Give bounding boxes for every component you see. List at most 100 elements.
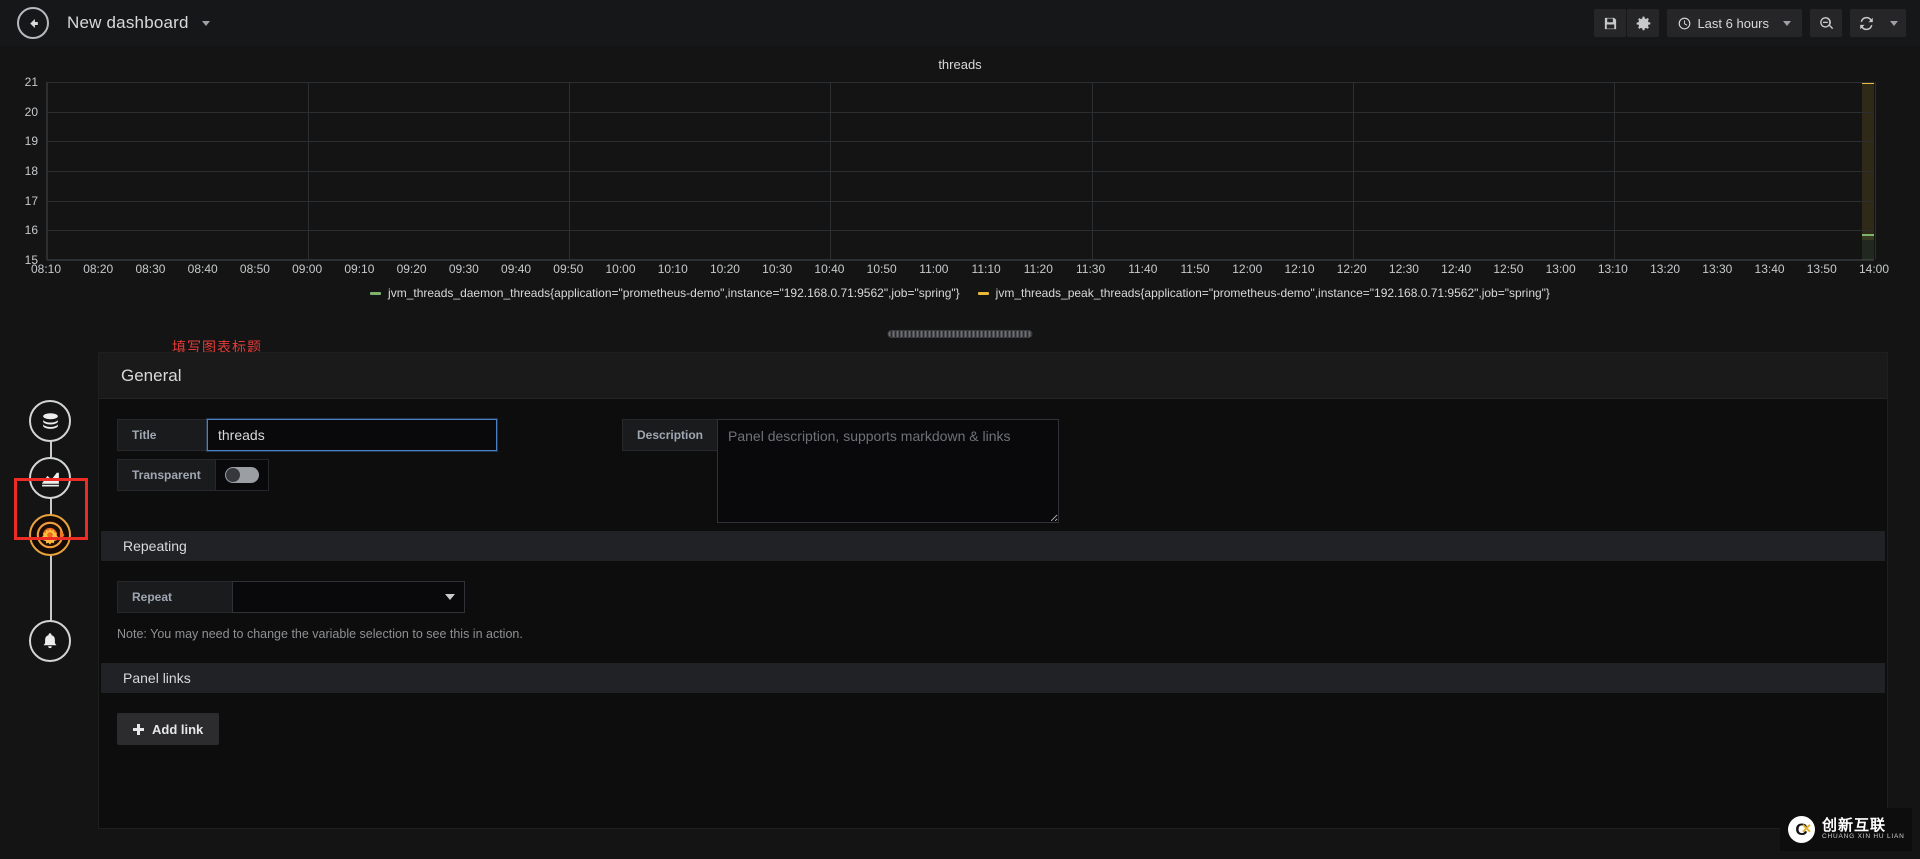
- sidebar-item-alert[interactable]: [29, 620, 71, 662]
- panel-resize-handle[interactable]: [887, 330, 1033, 338]
- title-label: Title: [117, 419, 207, 451]
- plot-canvas[interactable]: [46, 82, 1876, 261]
- add-link-label: Add link: [152, 721, 204, 737]
- time-range-label: Last 6 hours: [1697, 15, 1769, 31]
- watermark-logo-icon: C ✕: [1788, 816, 1815, 843]
- x-axis-tick-label: 08:30: [135, 262, 166, 276]
- series-jvm-threads-daemon: [1862, 234, 1874, 260]
- x-axis-tick-label: 10:00: [605, 262, 636, 276]
- x-axis-tick-label: 14:00: [1858, 262, 1890, 276]
- description-field-group: Description: [622, 419, 1060, 523]
- x-axis-tick-label: 09:50: [553, 262, 584, 276]
- repeat-select[interactable]: [232, 581, 465, 613]
- x-axis-tick-label: 12:20: [1336, 262, 1367, 276]
- back-button[interactable]: [17, 7, 49, 39]
- transparent-label: Transparent: [117, 459, 215, 491]
- area-chart-icon: [41, 472, 59, 486]
- x-axis-tick-label: 10:30: [762, 262, 793, 276]
- title-field-group: Title: [117, 419, 597, 451]
- repeat-select-wrap: [232, 581, 465, 613]
- vertical-gridline: [1875, 82, 1876, 259]
- transparent-toggle-track: [224, 467, 259, 483]
- section-header-repeating: Repeating: [101, 531, 1885, 561]
- series-jvm-threads-peak: [1862, 82, 1874, 240]
- editor-tab-rail: [14, 400, 88, 662]
- repeat-label: Repeat: [117, 581, 232, 613]
- x-axis-tick-label: 13:40: [1754, 262, 1785, 276]
- x-axis-tick-label: 12:30: [1388, 262, 1419, 276]
- arrow-left-circle-icon: [29, 18, 38, 28]
- gear-icon: [1636, 16, 1651, 30]
- description-textarea[interactable]: [717, 419, 1060, 523]
- vertical-gridline: [1613, 82, 1615, 259]
- x-axis-tick-label: 13:20: [1650, 262, 1681, 276]
- general-section-body: Title Transparent Description: [99, 399, 1887, 531]
- dashboard-title[interactable]: New dashboard: [67, 13, 210, 33]
- watermark-cn: 创新互联: [1822, 817, 1887, 835]
- grafana-gear-icon: [36, 521, 65, 549]
- x-axis-tick-label: 08:40: [187, 262, 218, 276]
- watermark-text: 创新互联 CHUANG XIN HU LIAN: [1822, 818, 1905, 841]
- time-range-picker[interactable]: Last 6 hours: [1667, 9, 1802, 37]
- y-axis-tick-label: 19: [24, 134, 38, 149]
- x-axis-tick-label: 12:40: [1441, 262, 1472, 276]
- x-axis-tick-label: 11:00: [919, 262, 949, 276]
- legend-item[interactable]: jvm_threads_peak_threads{application="pr…: [977, 286, 1550, 300]
- add-link-button[interactable]: Add link: [117, 713, 220, 745]
- vertical-gridline: [1091, 82, 1093, 259]
- transparent-field-group: Transparent: [117, 459, 597, 491]
- horizontal-gridline: [47, 82, 1874, 83]
- transparent-toggle[interactable]: [214, 459, 269, 491]
- refresh-icon: [1859, 16, 1873, 30]
- x-axis: 08:10 08:20 08:30 08:40 08:50 09:00 09:10 09:20…: [31, 262, 1889, 284]
- x-axis-tick-label: 10:50: [866, 262, 897, 276]
- section-header-general: General: [99, 353, 1887, 399]
- x-axis-tick-label: 11:40: [1128, 262, 1158, 276]
- y-axis-tick-label: 20: [24, 104, 38, 119]
- legend-color-swatch: [370, 291, 382, 295]
- x-axis-tick-label: 08:10: [30, 262, 62, 276]
- panel-title[interactable]: threads: [0, 46, 1920, 72]
- horizontal-gridline: [47, 260, 1874, 261]
- dashboard-settings-button[interactable]: [1627, 9, 1660, 37]
- chart-legend: jvm_threads_daemon_threads{application="…: [0, 286, 1920, 300]
- x-axis-tick-label: 12:00: [1232, 262, 1263, 276]
- title-input[interactable]: [207, 419, 497, 451]
- sidebar-item-visualization[interactable]: [29, 457, 71, 499]
- zoom-out-button[interactable]: [1810, 9, 1842, 37]
- x-axis-tick-label: 11:10: [971, 262, 1001, 276]
- x-axis-tick-label: 09:30: [448, 262, 479, 276]
- x-axis-tick-label: 12:10: [1284, 262, 1315, 276]
- legend-item[interactable]: jvm_threads_daemon_threads{application="…: [370, 286, 960, 300]
- y-axis-tick-label: 16: [24, 223, 38, 238]
- top-navbar: New dashboard Last 6 hours: [0, 0, 1920, 46]
- chevron-down-icon: [1890, 20, 1898, 26]
- horizontal-gridline: [47, 111, 1874, 113]
- plus-icon: [133, 723, 144, 735]
- x-axis-tick-label: 13:50: [1806, 262, 1837, 276]
- x-axis-tick-label: 11:50: [1180, 262, 1210, 276]
- y-axis-tick-label: 17: [24, 193, 38, 208]
- watermark-en: CHUANG XIN HU LIAN: [1822, 832, 1905, 840]
- sidebar-item-general[interactable]: [29, 514, 71, 556]
- chevron-down-icon: [1783, 20, 1791, 26]
- x-axis-tick-label: 09:00: [292, 262, 323, 276]
- x-axis-tick-label: 10:20: [709, 262, 740, 276]
- refresh-button[interactable]: [1850, 9, 1882, 37]
- description-label: Description: [622, 419, 718, 451]
- x-axis-tick-label: 13:30: [1702, 262, 1733, 276]
- refresh-interval-dropdown[interactable]: [1882, 9, 1906, 37]
- graph-panel: threads 21 20 19 18 17 16 15 08:10 08:20 08:30 08…: [0, 46, 1920, 334]
- x-axis-tick-label: 13:00: [1545, 262, 1576, 276]
- save-dashboard-button[interactable]: [1594, 9, 1627, 37]
- refresh-group: [1850, 9, 1906, 37]
- save-floppy-icon: [1604, 17, 1617, 29]
- vertical-gridline: [830, 82, 832, 259]
- vertical-gridline: [47, 82, 48, 259]
- sidebar-item-queries[interactable]: [29, 400, 71, 442]
- watermark: C ✕ 创新互联 CHUANG XIN HU LIAN: [1780, 808, 1912, 851]
- x-axis-tick-label: 09:20: [396, 262, 427, 276]
- horizontal-gridline: [47, 141, 1874, 143]
- repeat-field-group: Repeat: [117, 581, 1887, 613]
- x-axis-tick-label: 09:40: [501, 262, 532, 276]
